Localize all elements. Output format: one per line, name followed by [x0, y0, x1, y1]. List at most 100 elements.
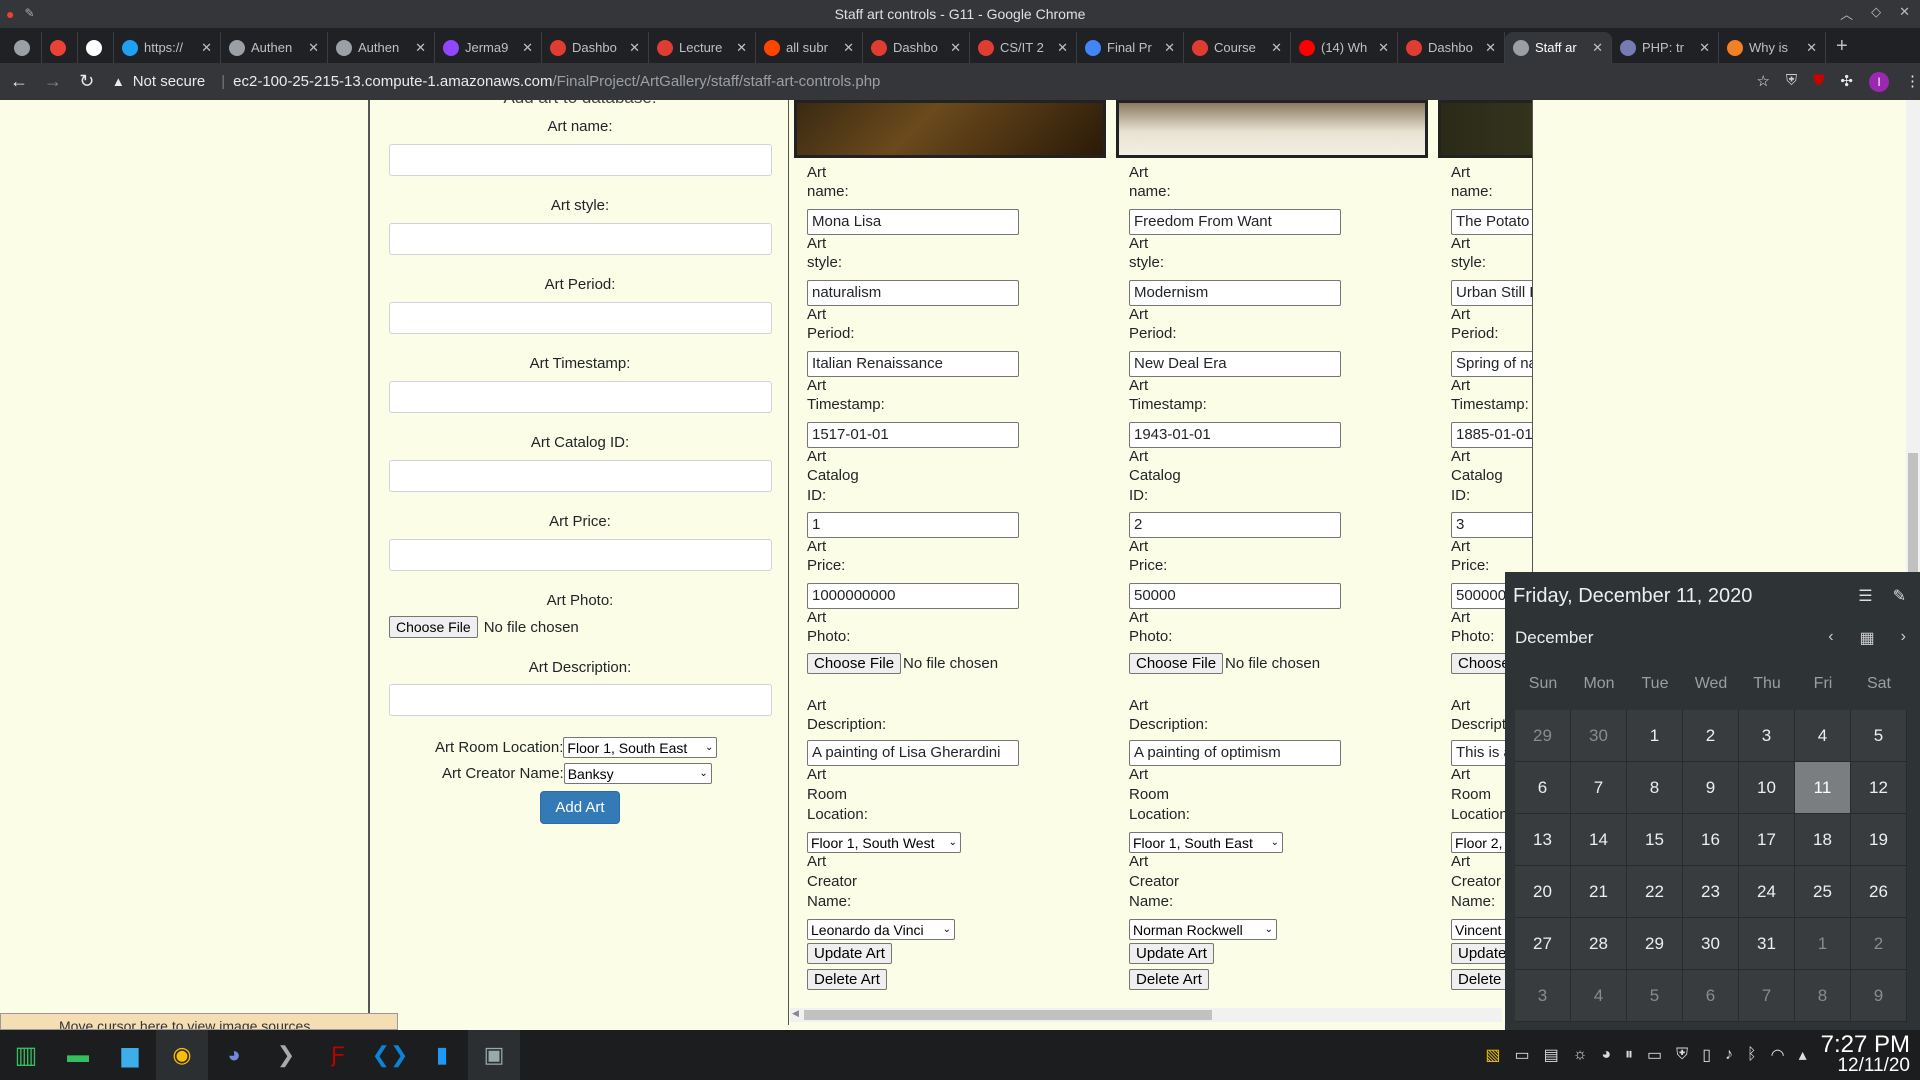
art-style-field[interactable]: Urban Still L — [1451, 280, 1532, 306]
warning-icon[interactable]: ▲ — [112, 74, 125, 89]
settings-sliders-icon[interactable]: ☰ — [1858, 586, 1872, 606]
art-timestamp-input[interactable] — [389, 381, 772, 413]
choose-file-button[interactable]: Choose File — [807, 653, 902, 674]
calendar-day[interactable]: 2 — [1683, 710, 1739, 762]
horizontal-scroll-thumb[interactable] — [804, 1010, 1212, 1020]
security-label[interactable]: Not secure — [133, 73, 206, 90]
close-tab-icon[interactable]: ✕ — [1271, 40, 1282, 56]
calendar-day[interactable]: 30 — [1571, 710, 1627, 762]
creator-name-select[interactable]: Banksy ⌄ — [563, 763, 712, 784]
browser-tab[interactable] — [42, 32, 78, 63]
close-tab-icon[interactable]: ✕ — [1485, 40, 1496, 56]
volume-icon[interactable]: ♪ — [1725, 1046, 1733, 1064]
calendar-day[interactable]: 25 — [1795, 866, 1851, 918]
creator-name-select[interactable]: Leonardo da Vinci ⌄ — [807, 919, 955, 940]
browser-tab[interactable] — [78, 32, 114, 63]
art-catalog-field[interactable]: 2 — [1129, 512, 1341, 538]
close-tab-icon[interactable]: ✕ — [1378, 40, 1389, 56]
calendar-day[interactable]: 18 — [1795, 814, 1851, 866]
tray-expand-icon[interactable]: ▴ — [1799, 1045, 1807, 1065]
horizontal-scrollbar[interactable]: ◀ — [790, 1008, 1502, 1022]
calendar-day[interactable]: 3 — [1739, 710, 1795, 762]
calendar-day[interactable]: 4 — [1795, 710, 1851, 762]
updates-icon[interactable]: ▧ — [1485, 1045, 1500, 1065]
update-art-button[interactable]: Update Art — [807, 943, 892, 964]
calendar-day[interactable]: 8 — [1627, 762, 1683, 814]
next-month-icon[interactable]: › — [1901, 628, 1906, 648]
restore-icon[interactable]: ◇ — [1871, 4, 1881, 23]
calendar-day[interactable]: 5 — [1851, 710, 1907, 762]
art-period-input[interactable] — [389, 302, 772, 334]
discord-icon[interactable]: ◕ — [208, 1030, 260, 1080]
calendar-day[interactable]: 29 — [1515, 710, 1571, 762]
browser-tab[interactable]: Lecture ✕ — [649, 32, 756, 63]
calendar-day[interactable]: 6 — [1515, 762, 1571, 814]
prev-month-icon[interactable]: ‹ — [1828, 628, 1833, 648]
browser-tab[interactable]: Authen ✕ — [221, 32, 328, 63]
close-tab-icon[interactable]: ✕ — [1164, 40, 1175, 56]
art-catalog-field[interactable]: 3 — [1451, 512, 1532, 538]
bluetooth-icon[interactable]: ᛒ — [1747, 1046, 1757, 1064]
document-icon[interactable]: ▮ — [416, 1030, 468, 1080]
calendar-day[interactable]: 31 — [1739, 918, 1795, 970]
calendar-day[interactable]: 17 — [1739, 814, 1795, 866]
calendar-day[interactable]: 15 — [1627, 814, 1683, 866]
terminal-icon[interactable]: ❯ — [260, 1030, 312, 1080]
art-period-field[interactable]: New Deal Era — [1129, 351, 1341, 377]
creator-name-select[interactable]: Norman Rockwell ⌄ — [1129, 919, 1277, 940]
browser-tab[interactable]: Dashbo ✕ — [863, 32, 970, 63]
art-price-input[interactable] — [389, 539, 772, 571]
room-location-select[interactable]: Floor 1, South East ⌄ — [1129, 832, 1283, 853]
art-period-field[interactable]: Italian Renaissance — [807, 351, 1019, 377]
calendar-day[interactable]: 20 — [1515, 866, 1571, 918]
discord-tray-icon[interactable]: ◕ — [1601, 1046, 1611, 1064]
art-name-field[interactable]: Mona Lisa — [807, 209, 1019, 235]
calendar-day[interactable]: 24 — [1739, 866, 1795, 918]
art-style-field[interactable]: Modernism — [1129, 280, 1341, 306]
art-timestamp-field[interactable]: 1943-01-01 — [1129, 422, 1341, 448]
profile-avatar[interactable]: I — [1869, 71, 1889, 92]
art-description-field[interactable]: A painting of optimism — [1129, 740, 1341, 766]
close-tab-icon[interactable]: ✕ — [522, 40, 533, 56]
calendar-day[interactable]: 19 — [1851, 814, 1907, 866]
art-catalog-input[interactable] — [389, 460, 772, 492]
close-tab-icon[interactable]: ✕ — [843, 40, 854, 56]
browser-tab[interactable]: Authen ✕ — [328, 32, 435, 63]
calendar-day[interactable]: 10 — [1739, 762, 1795, 814]
window-switch-icon[interactable]: ▭ — [1514, 1045, 1529, 1065]
art-style-input[interactable] — [389, 223, 772, 255]
back-icon[interactable]: ← — [4, 71, 34, 92]
calendar-today-icon[interactable]: ▦ — [1860, 628, 1875, 648]
calendar-day[interactable]: 22 — [1627, 866, 1683, 918]
new-tab-button[interactable]: + — [1826, 35, 1858, 63]
calendar-day[interactable]: 12 — [1851, 762, 1907, 814]
calendar-day[interactable]: 29 — [1627, 918, 1683, 970]
calendar-day[interactable]: 1 — [1627, 710, 1683, 762]
shield-tray-icon[interactable]: ⛨ — [1676, 1046, 1688, 1064]
forward-icon[interactable]: → — [38, 71, 68, 92]
scroll-left-icon[interactable]: ◀ — [792, 1008, 799, 1019]
art-description-field[interactable]: A painting of Lisa Gherardini — [807, 740, 1019, 766]
manjaro-menu-icon[interactable]: ▥ — [0, 1030, 52, 1080]
bookmark-star-icon[interactable]: ☆ — [1756, 72, 1769, 92]
choose-file-button[interactable]: Choose File — [389, 616, 478, 638]
close-tab-icon[interactable]: ✕ — [1057, 40, 1068, 56]
calendar-day[interactable]: 3 — [1515, 970, 1571, 1022]
art-timestamp-field[interactable]: 1885-01-01 — [1451, 422, 1532, 448]
close-tab-icon[interactable]: ✕ — [1806, 40, 1817, 56]
minimize-icon[interactable]: ︿ — [1840, 4, 1853, 23]
calendar-day[interactable]: 27 — [1515, 918, 1571, 970]
calendar-day[interactable]: 30 — [1683, 918, 1739, 970]
calendar-day[interactable]: 2 — [1851, 918, 1907, 970]
close-tab-icon[interactable]: ✕ — [415, 40, 426, 56]
pause-icon[interactable]: ⏸ — [1625, 1046, 1633, 1064]
calendar-day[interactable]: 6 — [1683, 970, 1739, 1022]
calendar-day[interactable]: 8 — [1795, 970, 1851, 1022]
calendar-day[interactable]: 23 — [1683, 866, 1739, 918]
calendar-day[interactable]: 4 — [1571, 970, 1627, 1022]
close-tab-icon[interactable]: ✕ — [736, 40, 747, 56]
close-tab-icon[interactable]: ✕ — [1592, 40, 1603, 56]
calendar-day-today[interactable]: 11 — [1795, 762, 1851, 814]
calendar-day[interactable]: 13 — [1515, 814, 1571, 866]
calendar-day[interactable]: 7 — [1571, 762, 1627, 814]
